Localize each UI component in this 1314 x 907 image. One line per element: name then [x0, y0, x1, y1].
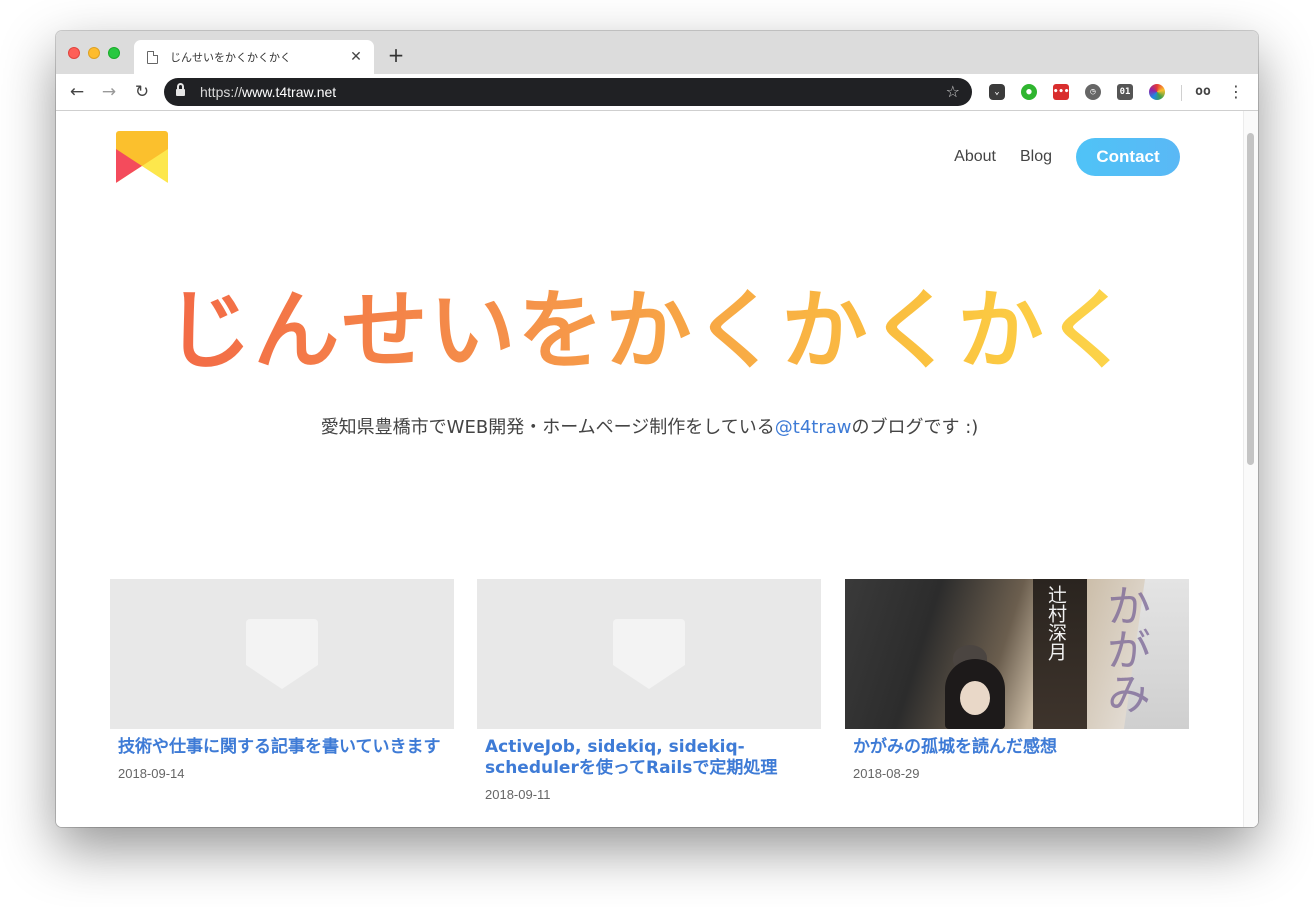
toolbar-divider: [1181, 85, 1182, 101]
reload-icon[interactable]: ↻: [132, 82, 152, 102]
scrollbar[interactable]: [1243, 111, 1258, 827]
post-date: 2018-09-14: [118, 766, 185, 781]
lock-icon: [176, 83, 185, 97]
post-title-link[interactable]: かがみの孤城を読んだ感想: [853, 737, 1181, 758]
browser-menu-icon[interactable]: ⋮: [1228, 83, 1244, 101]
new-tab-button[interactable]: +: [386, 45, 406, 65]
site-logo[interactable]: [116, 131, 168, 183]
post-title-link[interactable]: ActiveJob, sidekiq, sidekiq-schedulerを使っ…: [485, 737, 813, 779]
placeholder-logo-icon: [613, 619, 685, 689]
nav-about-link[interactable]: About: [954, 148, 996, 166]
book-title-text: かがみ: [1099, 583, 1150, 715]
incognito-icon[interactable]: oo: [1195, 84, 1211, 100]
post-card[interactable]: 辻村深月 かがみ かがみの孤城を読んだ感想 2018-08-29: [845, 579, 1189, 781]
document-icon: [147, 50, 158, 64]
post-date: 2018-09-11: [485, 787, 551, 802]
address-bar[interactable]: https://www.t4traw.net ☆: [164, 78, 972, 106]
binary-extension-icon[interactable]: 01: [1117, 84, 1133, 100]
post-thumbnail-placeholder[interactable]: [110, 579, 454, 729]
tab-title: じんせいをかくかくかく: [170, 51, 291, 64]
book-author-text: 辻村深月: [1045, 585, 1067, 661]
minimize-window-button[interactable]: [88, 47, 100, 59]
title-bar: じんせいをかくかくかく ✕ +: [56, 31, 1258, 74]
tab-close-icon[interactable]: ✕: [348, 49, 364, 65]
color-wheel-extension-icon[interactable]: [1149, 84, 1165, 100]
clock-extension-icon[interactable]: ◷: [1085, 84, 1101, 100]
browser-tab[interactable]: じんせいをかくかくかく ✕: [134, 40, 374, 74]
url-text[interactable]: https://www.t4traw.net: [200, 84, 946, 100]
hero-subtitle: 愛知県豊橋市でWEB開発・ホームページ制作をしている@t4trawのブログです …: [320, 417, 979, 438]
post-date: 2018-08-29: [853, 766, 920, 781]
pocket-extension-icon[interactable]: ⌄: [989, 84, 1005, 100]
red-extension-icon[interactable]: •••: [1053, 84, 1069, 100]
back-icon[interactable]: ←: [67, 82, 87, 102]
nav-blog-link[interactable]: Blog: [1020, 148, 1052, 166]
hero-title: じんせいをかくかくかく: [56, 281, 1243, 381]
browser-toolbar: ← → ↻ https://www.t4traw.net ☆ ⌄ ● ••• ◷…: [56, 74, 1258, 111]
green-extension-icon[interactable]: ●: [1021, 84, 1037, 100]
post-card[interactable]: ActiveJob, sidekiq, sidekiq-schedulerを使っ…: [477, 579, 821, 802]
post-thumbnail-photo[interactable]: 辻村深月 かがみ: [845, 579, 1189, 729]
bookmark-star-icon[interactable]: ☆: [946, 84, 960, 100]
post-card[interactable]: 技術や仕事に関する記事を書いていきます 2018-09-14: [110, 579, 454, 781]
page-viewport: About Blog Contact じんせいをかくかくかく 愛知県豊橋市でWE…: [56, 111, 1258, 827]
placeholder-logo-icon: [246, 619, 318, 689]
twitter-handle-link[interactable]: @t4traw: [775, 417, 852, 438]
close-window-button[interactable]: [68, 47, 80, 59]
forward-icon[interactable]: →: [99, 82, 119, 102]
site-navigation: About Blog Contact: [954, 138, 1180, 176]
browser-window: じんせいをかくかくかく ✕ + ← → ↻ https://www.t4traw…: [56, 31, 1258, 827]
contact-button[interactable]: Contact: [1076, 138, 1180, 176]
scrollbar-thumb[interactable]: [1247, 133, 1254, 465]
zoom-window-button[interactable]: [108, 47, 120, 59]
post-title-link[interactable]: 技術や仕事に関する記事を書いていきます: [118, 737, 446, 758]
post-thumbnail-placeholder[interactable]: [477, 579, 821, 729]
